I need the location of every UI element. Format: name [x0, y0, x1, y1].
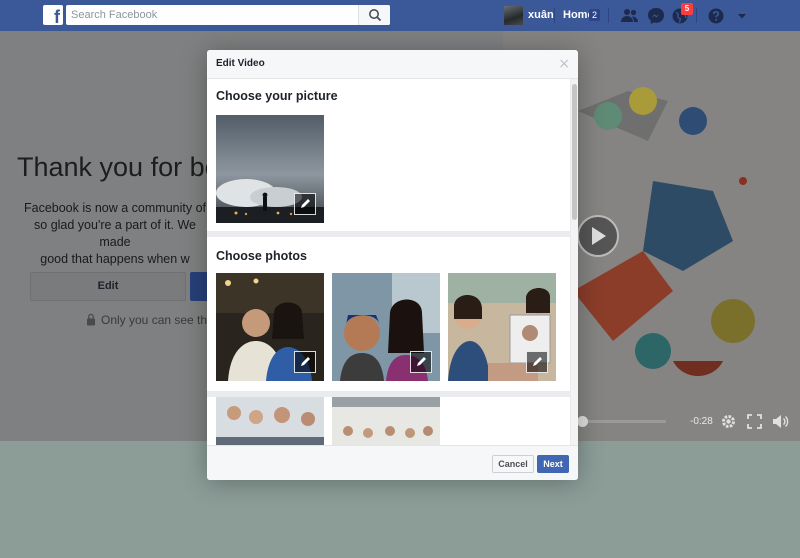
divider: [696, 8, 697, 23]
photo-thumbnail[interactable]: [448, 273, 556, 381]
message-line: good that happens when w: [40, 252, 190, 266]
message-line: Facebook is now a community of: [23, 201, 207, 215]
facebook-logo[interactable]: f: [43, 5, 63, 25]
dialog-scrollbar[interactable]: [570, 79, 578, 445]
edit-photo-button[interactable]: [526, 351, 548, 373]
notifications-badge: 5: [681, 3, 693, 15]
photo-image: [216, 397, 324, 445]
pencil-icon: [417, 357, 426, 366]
thank-you-message: Facebook is now a community of so glad y…: [20, 200, 210, 268]
profile-avatar[interactable]: [504, 6, 523, 25]
edit-photo-button[interactable]: [294, 351, 316, 373]
photo-thumbnail[interactable]: [332, 273, 440, 381]
dialog-title: Edit Video: [216, 58, 265, 69]
home-count-badge: 2: [589, 9, 600, 21]
video-progress-bar[interactable]: [580, 420, 666, 423]
dialog-header: Edit Video ×: [207, 50, 578, 79]
lock-icon: [87, 313, 95, 326]
close-icon[interactable]: ×: [558, 57, 570, 71]
photo-thumbnail[interactable]: [216, 273, 324, 381]
search-button[interactable]: [358, 5, 390, 25]
volume-icon[interactable]: [772, 414, 790, 429]
divider: [608, 8, 609, 23]
section-divider: [207, 231, 570, 237]
message-line: so glad you're a part of it. We made: [34, 218, 196, 249]
choose-photos-heading: Choose photos: [216, 249, 307, 263]
search-icon: [369, 9, 382, 22]
fullscreen-icon[interactable]: [747, 414, 762, 429]
divider: [554, 8, 555, 23]
edit-photo-button[interactable]: [410, 351, 432, 373]
cover-picture-thumbnail[interactable]: [216, 115, 324, 223]
video-progress-handle[interactable]: [577, 416, 588, 427]
settings-gear-icon[interactable]: [720, 413, 737, 430]
video-time-remaining: -0:28: [690, 416, 713, 427]
dialog-body: Choose your picture Choose photos: [207, 79, 578, 445]
edit-picture-button[interactable]: [294, 193, 316, 215]
friend-requests-icon[interactable]: [620, 6, 640, 26]
search-input[interactable]: [66, 5, 358, 25]
help-icon[interactable]: [706, 6, 726, 26]
choose-picture-heading: Choose your picture: [216, 89, 338, 103]
photo-image: [332, 397, 440, 445]
top-navigation-bar: f xuân Home 2 5: [0, 0, 800, 31]
cancel-button[interactable]: Cancel: [492, 455, 534, 473]
messenger-icon[interactable]: [646, 6, 666, 26]
search-box: [66, 5, 390, 25]
scrollbar-thumb[interactable]: [572, 84, 577, 220]
profile-name-link[interactable]: xuân: [528, 9, 554, 21]
account-menu-chevron-down-icon[interactable]: [732, 6, 752, 26]
pencil-icon: [301, 199, 310, 208]
edit-video-dialog: Edit Video × Choose your picture Choose …: [207, 50, 578, 480]
photo-thumbnail[interactable]: [332, 397, 440, 445]
pencil-icon: [301, 357, 310, 366]
photo-thumbnail[interactable]: [216, 397, 324, 445]
thank-you-heading: Thank you for bei: [17, 152, 226, 182]
background-edit-button[interactable]: Edit: [30, 272, 186, 301]
next-button[interactable]: Next: [537, 455, 569, 473]
dialog-footer: Cancel Next: [207, 445, 578, 480]
pencil-icon: [533, 357, 542, 366]
